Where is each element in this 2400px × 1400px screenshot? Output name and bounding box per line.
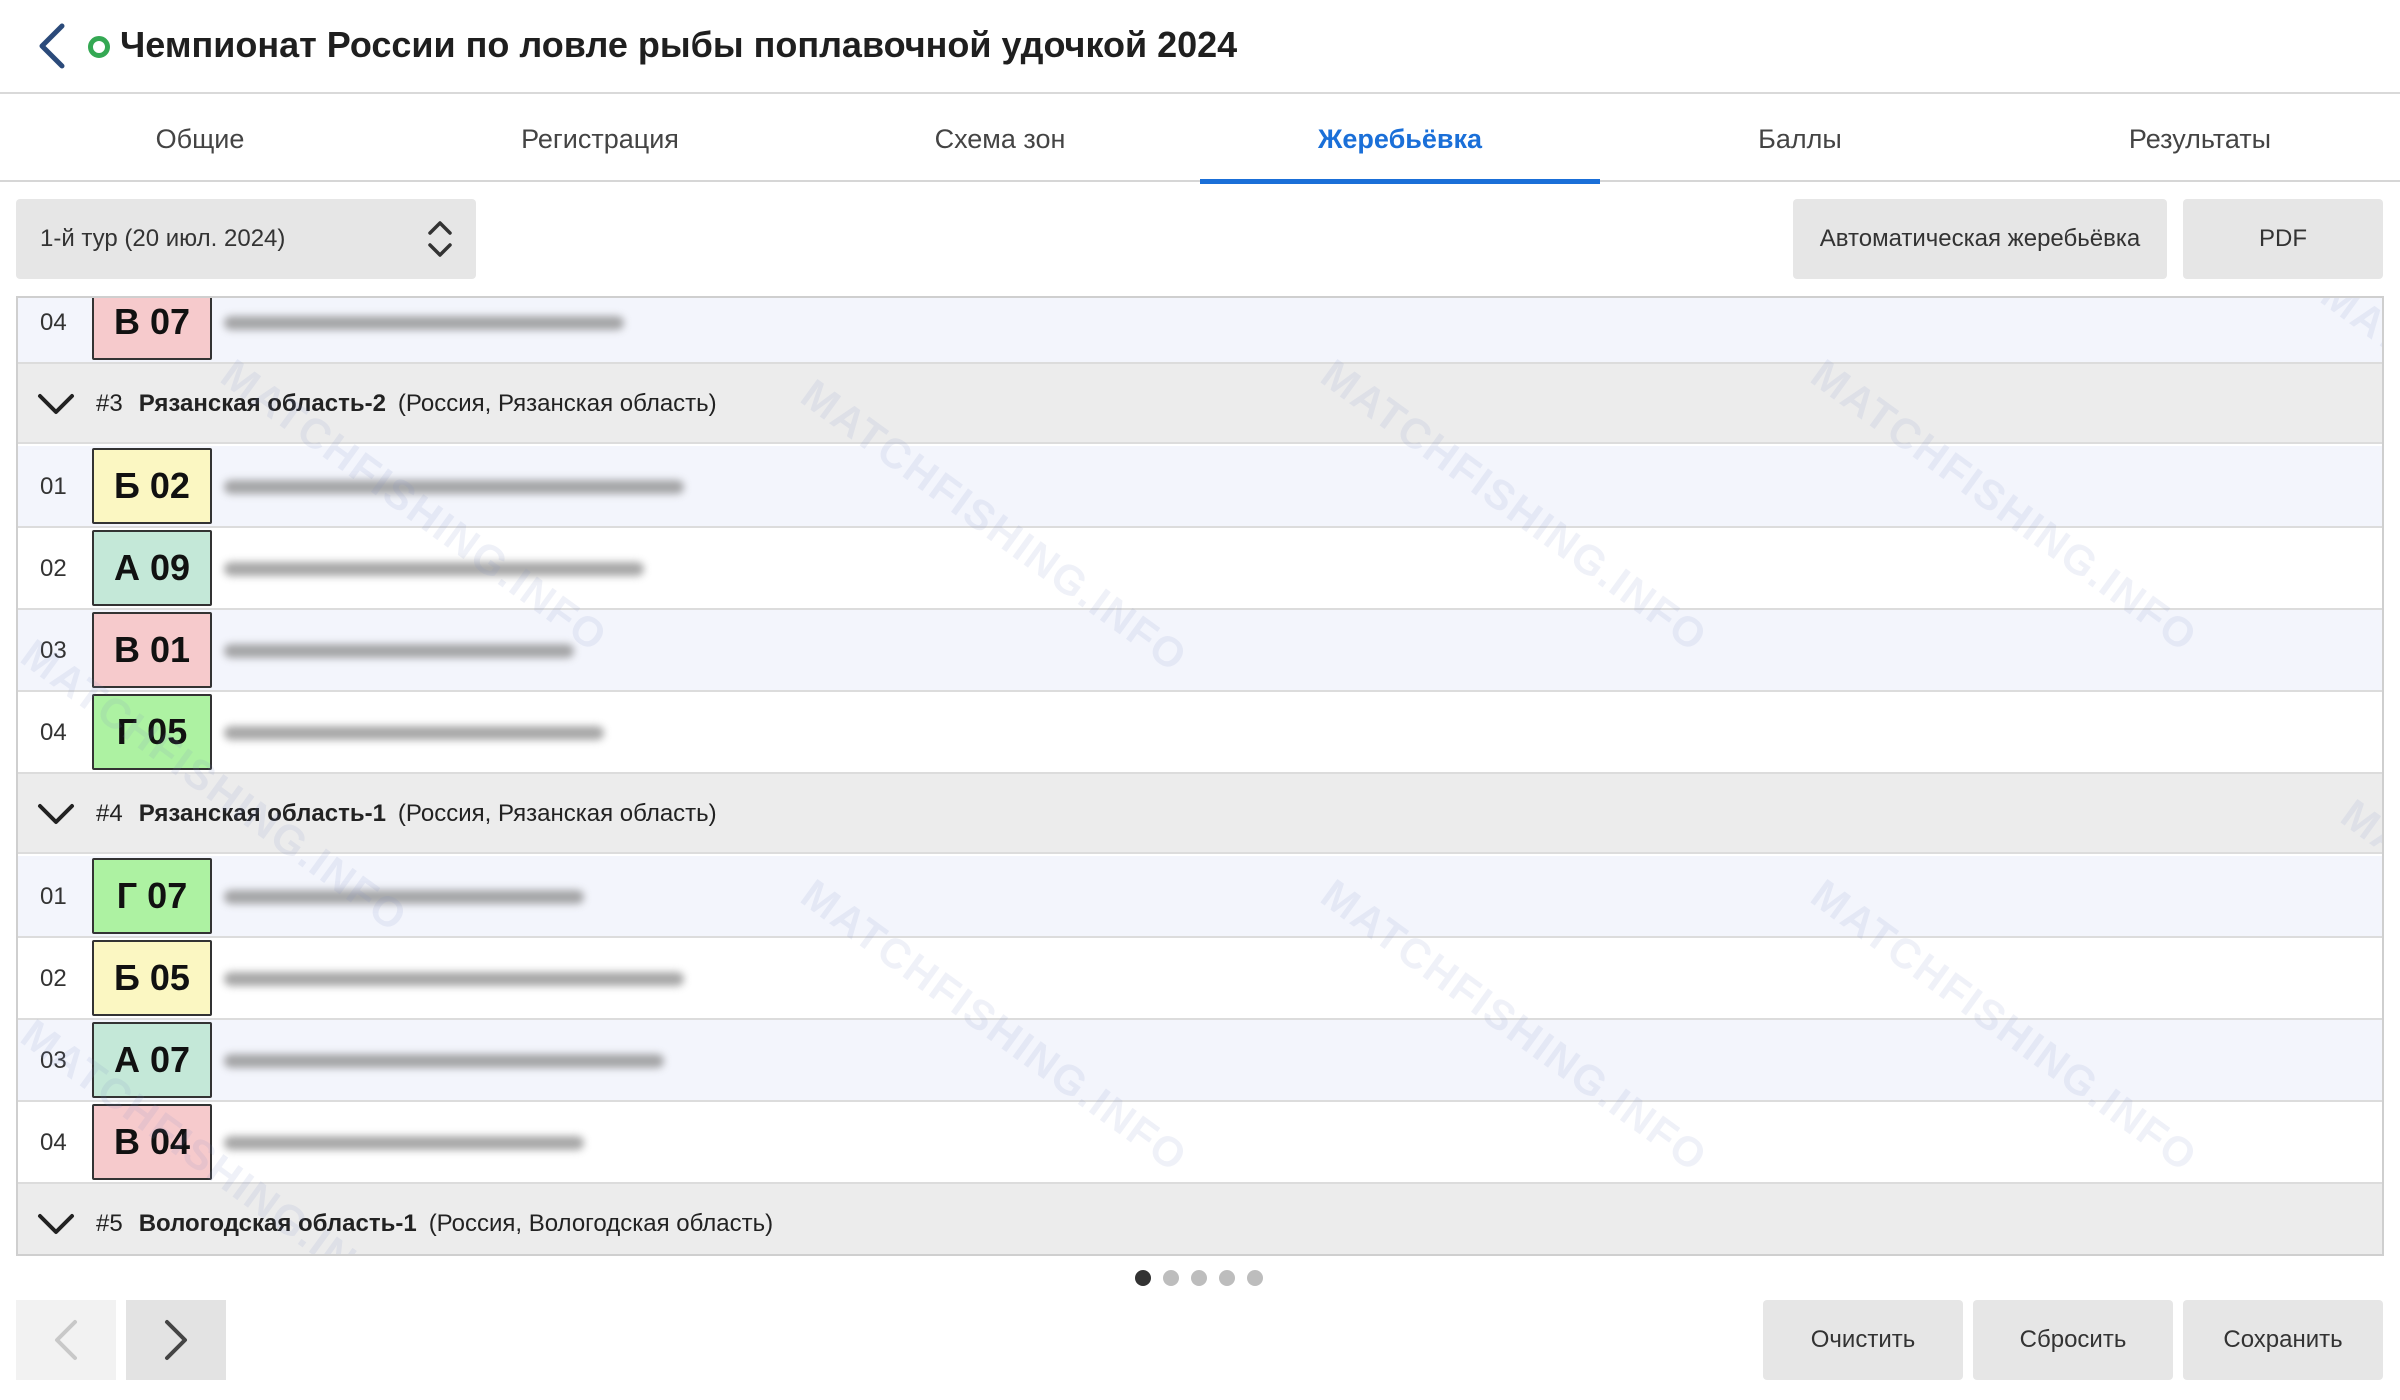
chevron-down-icon[interactable]: [36, 796, 76, 832]
participant-row[interactable]: 01 Г 07: [18, 856, 2382, 938]
participant-row[interactable]: 02 А 09: [18, 528, 2382, 610]
chevron-down-icon[interactable]: [36, 386, 76, 422]
sector-badge[interactable]: А 09: [92, 530, 212, 606]
sector-badge[interactable]: В 04: [92, 1104, 212, 1180]
draw-list[interactable]: 04 В 07 #3 Рязанская область-2 (Россия, Ряза…: [16, 296, 2384, 1256]
participant-row[interactable]: 03 А 07: [18, 1020, 2382, 1102]
participant-name-redacted: [224, 316, 624, 330]
page-dot[interactable]: [1219, 1270, 1235, 1286]
participant-name-redacted: [224, 562, 644, 576]
sector-badge[interactable]: В 07: [92, 298, 212, 360]
clear-button[interactable]: Очистить: [1763, 1300, 1963, 1380]
sector-badge[interactable]: Г 05: [92, 694, 212, 770]
participant-number: 04: [40, 309, 67, 336]
participant-name-redacted: [224, 890, 584, 904]
participant-number: 03: [40, 637, 67, 664]
chevron-left-icon: [55, 1320, 77, 1360]
sector-badge[interactable]: В 01: [92, 612, 212, 688]
header: Чемпионат России по ловле рыбы поплавочн…: [0, 0, 2400, 94]
tab-4[interactable]: Баллы: [1600, 96, 2000, 182]
participant-row[interactable]: 01 Б 02: [18, 446, 2382, 528]
previous-page-button[interactable]: [16, 1300, 116, 1380]
participant-name-redacted: [224, 726, 604, 740]
team-region: (Россия, Рязанская область): [397, 800, 717, 827]
chevron-left-icon: [39, 23, 65, 69]
team-label: #5 Вологодская область-1 (Россия, Вологодс…: [96, 1184, 774, 1254]
participant-name-redacted: [224, 1054, 664, 1068]
participant-number: 04: [40, 1129, 67, 1156]
team-region: (Россия, Рязанская область): [397, 390, 717, 417]
team-region: (Россия, Вологодская область): [428, 1210, 774, 1237]
participant-number: 01: [40, 883, 67, 910]
team-header[interactable]: #3 Рязанская область-2 (Россия, Рязанская …: [18, 364, 2382, 444]
participant-row[interactable]: 04 В 07: [18, 298, 2382, 364]
team-header[interactable]: #5 Вологодская область-1 (Россия, Вологодс…: [18, 1184, 2382, 1254]
back-button[interactable]: [24, 18, 80, 74]
participant-name-redacted: [224, 480, 684, 494]
team-index: #3: [96, 390, 123, 417]
tab-3[interactable]: Жеребьёвка: [1200, 96, 1600, 184]
participant-name-redacted: [224, 972, 684, 986]
participant-name-redacted: [224, 1136, 584, 1150]
participant-number: 02: [40, 555, 67, 582]
team-header[interactable]: #4 Рязанская область-1 (Россия, Рязанская …: [18, 774, 2382, 854]
team-name: Рязанская область-1: [138, 800, 386, 827]
chevron-right-icon: [165, 1320, 187, 1360]
tab-bar: Общие Регистрация Схема зон Жеребьёвка Баллы…: [0, 96, 2400, 184]
participant-number: 02: [40, 965, 67, 992]
participant-name-redacted: [224, 644, 574, 658]
chevron-down-icon[interactable]: [36, 1206, 76, 1242]
team-name: Рязанская область-2: [138, 390, 386, 417]
reset-button[interactable]: Сбросить: [1973, 1300, 2173, 1380]
participant-row[interactable]: 04 В 04: [18, 1102, 2382, 1184]
page-dot[interactable]: [1163, 1270, 1179, 1286]
round-select[interactable]: 1-й тур (20 июл. 2024): [16, 199, 476, 279]
participant-number: 03: [40, 1047, 67, 1074]
tab-2[interactable]: Схема зон: [800, 96, 1200, 182]
page-dot[interactable]: [1191, 1270, 1207, 1286]
next-page-button[interactable]: [126, 1300, 226, 1380]
page-dot[interactable]: [1247, 1270, 1263, 1286]
participant-row[interactable]: 04 Г 05: [18, 692, 2382, 774]
status-indicator-icon: [88, 36, 110, 58]
tab-0[interactable]: Общие: [0, 96, 400, 182]
team-index: #5: [96, 1210, 123, 1237]
team-name: Вологодская область-1: [138, 1210, 417, 1237]
sector-badge[interactable]: А 07: [92, 1022, 212, 1098]
pagination-dots: [1135, 1270, 1263, 1286]
save-button[interactable]: Сохранить: [2183, 1300, 2383, 1380]
page-dot[interactable]: [1135, 1270, 1151, 1286]
participant-row[interactable]: 03 В 01: [18, 610, 2382, 692]
team-label: #4 Рязанская область-1 (Россия, Рязанская …: [96, 774, 717, 854]
pdf-button[interactable]: PDF: [2183, 199, 2383, 279]
participant-number: 01: [40, 473, 67, 500]
participant-number: 04: [40, 719, 67, 746]
sector-badge[interactable]: Б 02: [92, 448, 212, 524]
participant-row[interactable]: 02 Б 05: [18, 938, 2382, 1020]
team-index: #4: [96, 800, 123, 827]
round-select-value: 1-й тур (20 июл. 2024): [40, 225, 286, 252]
team-label: #3 Рязанская область-2 (Россия, Рязанская …: [96, 364, 717, 444]
page-title: Чемпионат России по ловле рыбы поплавочн…: [120, 24, 1238, 65]
tab-5[interactable]: Результаты: [2000, 96, 2400, 182]
auto-draw-button[interactable]: Автоматическая жеребьёвка: [1793, 199, 2167, 279]
sector-badge[interactable]: Б 05: [92, 940, 212, 1016]
tab-1[interactable]: Регистрация: [400, 96, 800, 182]
sector-badge[interactable]: Г 07: [92, 858, 212, 934]
up-down-chevron-icon: [428, 221, 452, 257]
